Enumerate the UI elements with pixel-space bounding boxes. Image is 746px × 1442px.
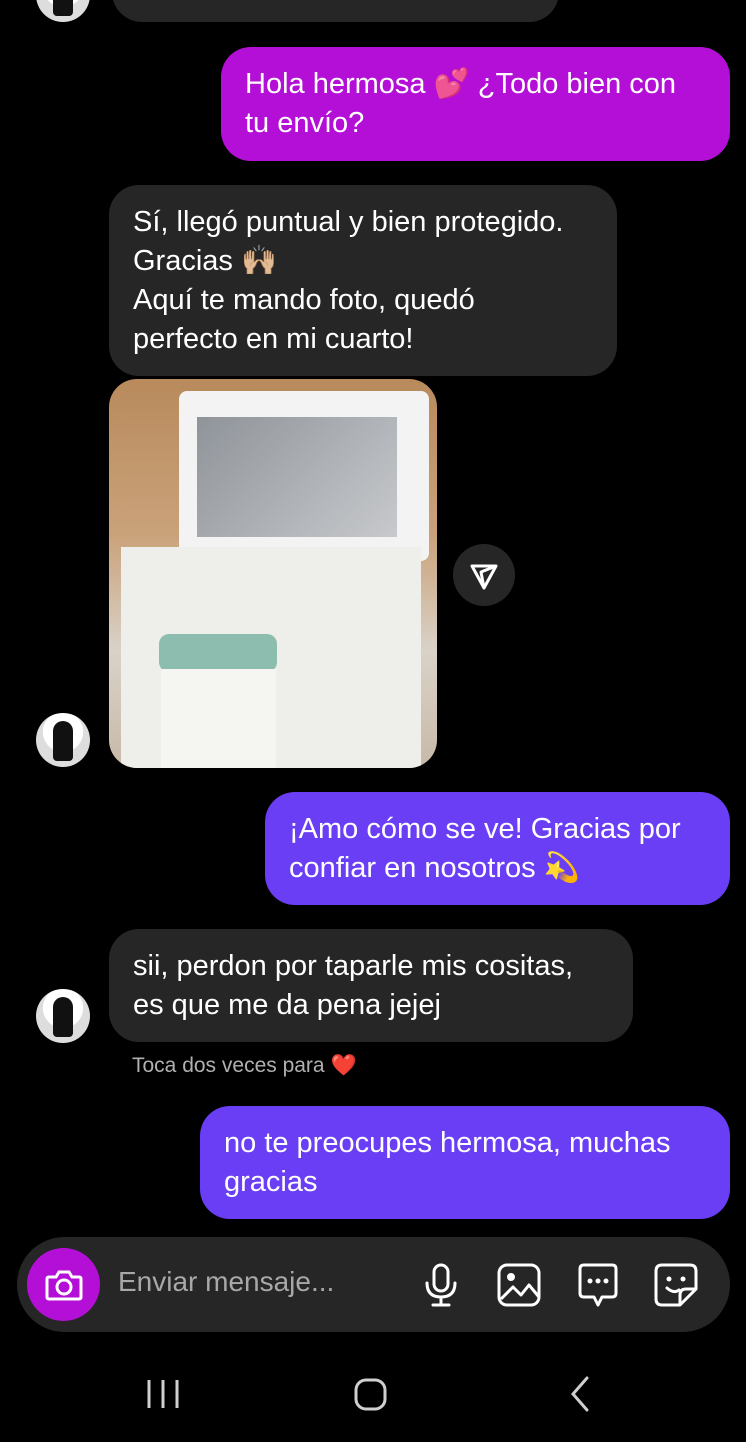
microphone-icon: [425, 1263, 457, 1307]
send-icon: [470, 564, 498, 590]
avatar[interactable]: [36, 713, 90, 767]
message-bubble-incoming[interactable]: Sí, llegó puntual y bien protegido. Grac…: [109, 185, 617, 376]
hint-text: Toca dos veces para: [132, 1054, 325, 1077]
gallery-button[interactable]: [493, 1259, 545, 1311]
message-bubble-outgoing[interactable]: ¡Amo cómo se ve! Gracias por confiar en …: [265, 792, 730, 905]
camera-icon: [45, 1270, 82, 1300]
stool-base: [161, 669, 276, 768]
sticker-icon: [654, 1263, 698, 1307]
message-bubble-outgoing[interactable]: Hola hermosa 💕 ¿Todo bien con tu envío?: [221, 47, 730, 161]
back-icon: [571, 1376, 589, 1412]
sticker-button[interactable]: [650, 1259, 702, 1311]
camera-button[interactable]: [27, 1248, 100, 1321]
message-input[interactable]: Enviar mensaje...: [118, 1266, 398, 1298]
message-bubble-incoming[interactable]: sii, perdon por taparle mis cositas, es …: [109, 929, 633, 1042]
microphone-button[interactable]: [415, 1259, 467, 1311]
avatar[interactable]: [36, 0, 90, 22]
mirror-glass: [197, 417, 397, 537]
heart-icon: ❤️: [330, 1054, 357, 1077]
back-button[interactable]: [560, 1364, 600, 1424]
avatar[interactable]: [36, 989, 90, 1043]
home-button[interactable]: [345, 1364, 397, 1424]
recent-apps-icon: [147, 1380, 179, 1408]
stool-cushion: [159, 634, 277, 672]
double-tap-hint: Toca dos veces para ❤️: [132, 1054, 357, 1078]
message-bubble-outgoing[interactable]: no te preocupes hermosa, muchas gracias: [200, 1106, 730, 1219]
chat-button[interactable]: [572, 1259, 624, 1311]
share-button[interactable]: [453, 544, 515, 606]
chat-bubble-icon: [578, 1263, 618, 1307]
home-icon: [354, 1378, 387, 1411]
recent-apps-button[interactable]: [140, 1364, 186, 1424]
partial-message-bubble: [112, 0, 559, 22]
message-composer: Enviar mensaje...: [17, 1237, 730, 1332]
shared-photo[interactable]: [109, 379, 437, 768]
image-icon: [497, 1263, 541, 1307]
